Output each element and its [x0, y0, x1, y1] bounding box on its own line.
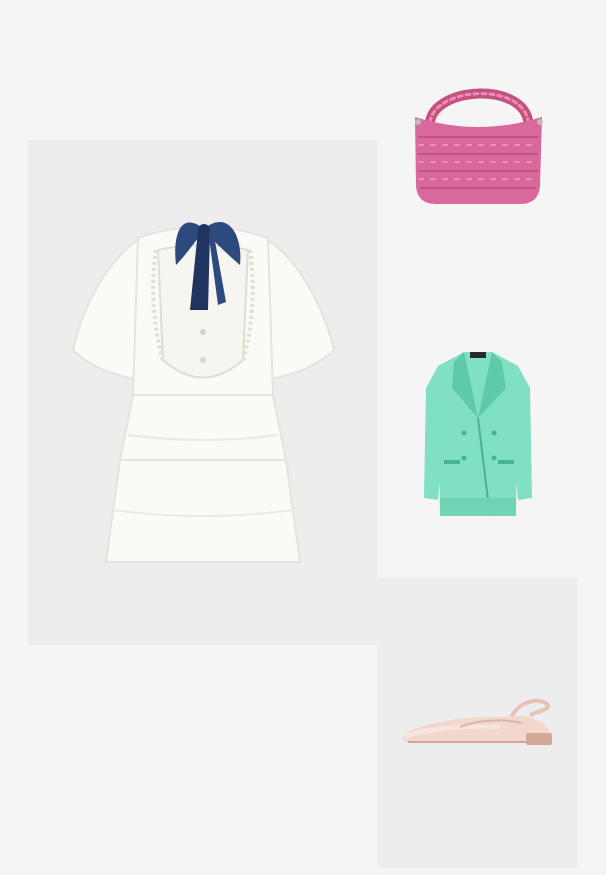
shoes-product-image[interactable]: [400, 695, 558, 750]
white-ruffle-dress-image: [71, 221, 336, 563]
dress-product-image[interactable]: [68, 210, 338, 570]
blazer-product-image[interactable]: [424, 348, 532, 520]
mint-double-breasted-blazer-image: [424, 352, 532, 517]
pink-woven-handbag-image: [415, 88, 543, 204]
bag-product-image[interactable]: [410, 82, 546, 207]
outfit-board: [0, 0, 606, 875]
nude-slingback-flats-image: [403, 698, 552, 745]
